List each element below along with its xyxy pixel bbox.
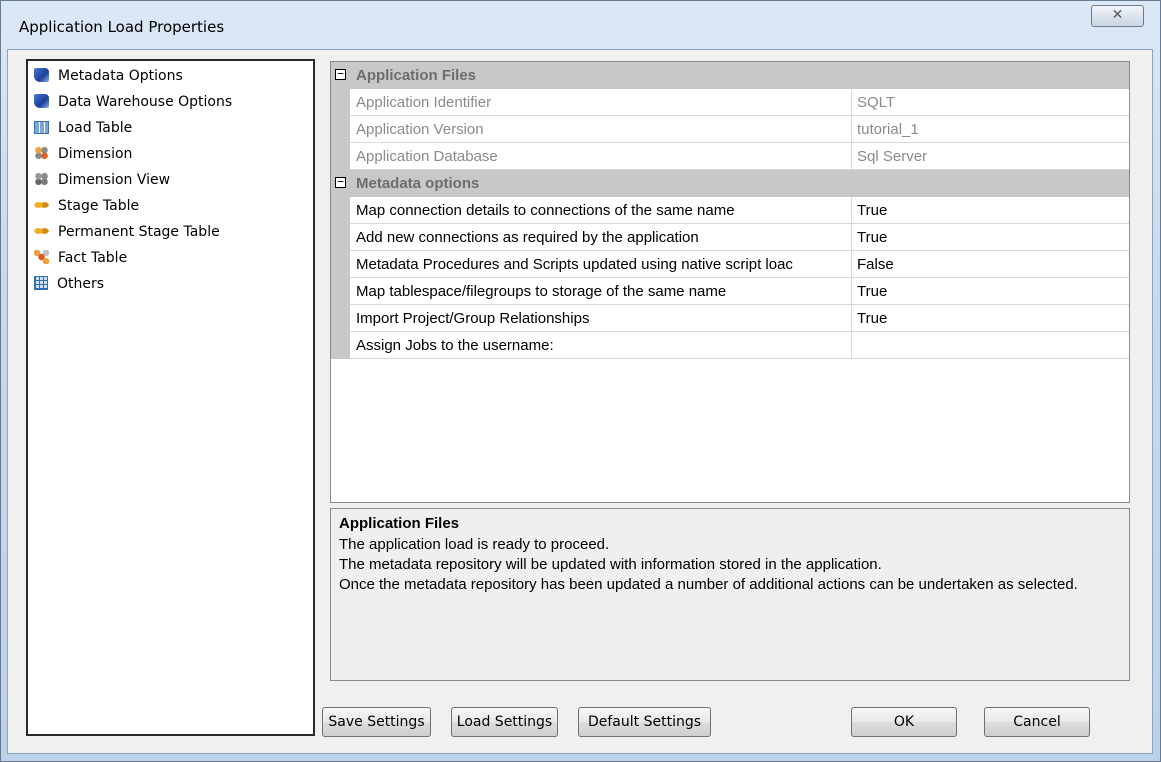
cancel-button[interactable]: Cancel [984, 707, 1090, 737]
property-row-application-version[interactable]: Application Version tutorial_1 [331, 116, 1129, 143]
dimension-icon [34, 146, 49, 160]
tree-item-label: Permanent Stage Table [58, 224, 220, 240]
default-settings-button[interactable]: Default Settings [578, 707, 711, 737]
row-gutter [331, 116, 350, 143]
property-name: Application Identifier [356, 94, 492, 111]
save-settings-button[interactable]: Save Settings [322, 707, 431, 737]
tree-item-label: Dimension View [58, 172, 171, 188]
title-bar[interactable]: Application Load Properties ✕ [0, 0, 1161, 50]
property-row-assign-jobs-username[interactable]: Assign Jobs to the username: [331, 332, 1129, 359]
tree-item-dimension[interactable]: Dimension [34, 143, 132, 165]
row-gutter [331, 278, 350, 305]
tree-item-label: Dimension [58, 146, 133, 162]
load-table-icon [34, 120, 49, 134]
row-gutter [331, 251, 350, 278]
collapse-toggle-icon[interactable]: − [335, 68, 346, 80]
property-value[interactable]: True [851, 278, 1129, 305]
property-value[interactable]: True [851, 197, 1129, 224]
tree-item-data-warehouse-options[interactable]: Data Warehouse Options [34, 91, 232, 113]
tree-item-stage-table[interactable]: Stage Table [34, 195, 139, 217]
fact-table-icon [34, 250, 49, 264]
window-title: Application Load Properties [19, 18, 225, 36]
category-label: Metadata options [356, 175, 480, 192]
tree-item-label: Fact Table [58, 250, 128, 266]
collapse-toggle-icon[interactable]: − [335, 176, 346, 188]
property-name: Import Project/Group Relationships [356, 310, 590, 327]
stage-table-icon [34, 198, 49, 212]
category-application-files[interactable]: − Application Files [331, 62, 1129, 89]
property-row-map-connection-details[interactable]: Map connection details to connections of… [331, 197, 1129, 224]
description-line: The application load is ready to proceed… [339, 536, 610, 553]
category-metadata-options[interactable]: − Metadata options [331, 170, 1129, 197]
close-icon: ✕ [1111, 7, 1124, 23]
category-label: Application Files [356, 67, 477, 84]
property-name: Application Version [356, 121, 484, 138]
close-button[interactable]: ✕ [1091, 5, 1144, 27]
tree-item-label: Load Table [58, 120, 133, 136]
property-value[interactable]: Sql Server [851, 143, 1129, 170]
property-value[interactable]: False [851, 251, 1129, 278]
property-row-map-tablespace[interactable]: Map tablespace/filegroups to storage of … [331, 278, 1129, 305]
description-line: Once the metadata repository has been up… [339, 576, 1078, 593]
options-tree[interactable]: Metadata Options Data Warehouse Options … [26, 59, 315, 736]
property-name: Application Database [356, 148, 498, 165]
warehouse-book-icon [34, 94, 49, 108]
tree-item-permanent-stage-table[interactable]: Permanent Stage Table [34, 221, 220, 243]
property-value[interactable]: SQLT [851, 89, 1129, 116]
ok-button[interactable]: OK [851, 707, 957, 737]
tree-item-label: Others [57, 276, 105, 292]
tree-item-label: Stage Table [58, 198, 140, 214]
row-gutter [331, 197, 350, 224]
property-name: Metadata Procedures and Scripts updated … [356, 256, 793, 273]
tree-item-metadata-options[interactable]: Metadata Options [34, 65, 183, 87]
tree-item-label: Data Warehouse Options [58, 94, 233, 110]
row-gutter [331, 332, 350, 359]
load-settings-button[interactable]: Load Settings [451, 707, 558, 737]
property-value[interactable] [851, 332, 1129, 359]
metadata-book-icon [34, 68, 49, 82]
description-panel: Application Files The application load i… [330, 508, 1130, 681]
property-row-application-identifier[interactable]: Application Identifier SQLT [331, 89, 1129, 116]
property-value[interactable]: True [851, 224, 1129, 251]
row-gutter [331, 143, 350, 170]
property-name: Map tablespace/filegroups to storage of … [356, 283, 727, 300]
permanent-stage-table-icon [34, 224, 49, 238]
property-value[interactable]: tutorial_1 [851, 116, 1129, 143]
property-value[interactable]: True [851, 305, 1129, 332]
description-line: The metadata repository will be updated … [339, 556, 882, 573]
property-name: Assign Jobs to the username: [356, 337, 554, 354]
row-gutter [331, 305, 350, 332]
property-row-application-database[interactable]: Application Database Sql Server [331, 143, 1129, 170]
property-row-import-project-group[interactable]: Import Project/Group Relationships True [331, 305, 1129, 332]
row-gutter [331, 89, 350, 116]
dimension-view-icon [34, 172, 49, 186]
property-row-native-script-load[interactable]: Metadata Procedures and Scripts updated … [331, 251, 1129, 278]
tree-item-load-table[interactable]: Load Table [34, 117, 132, 139]
tree-item-dimension-view[interactable]: Dimension View [34, 169, 170, 191]
property-name: Map connection details to connections of… [356, 202, 735, 219]
others-grid-icon [34, 276, 48, 290]
tree-item-fact-table[interactable]: Fact Table [34, 247, 127, 269]
property-grid[interactable]: − Application Files Application Identifi… [330, 61, 1130, 503]
tree-item-others[interactable]: Others [34, 273, 104, 295]
property-row-add-new-connections[interactable]: Add new connections as required by the a… [331, 224, 1129, 251]
description-title: Application Files [339, 515, 460, 532]
row-gutter [331, 224, 350, 251]
property-name: Add new connections as required by the a… [356, 229, 699, 246]
tree-item-label: Metadata Options [58, 68, 183, 84]
